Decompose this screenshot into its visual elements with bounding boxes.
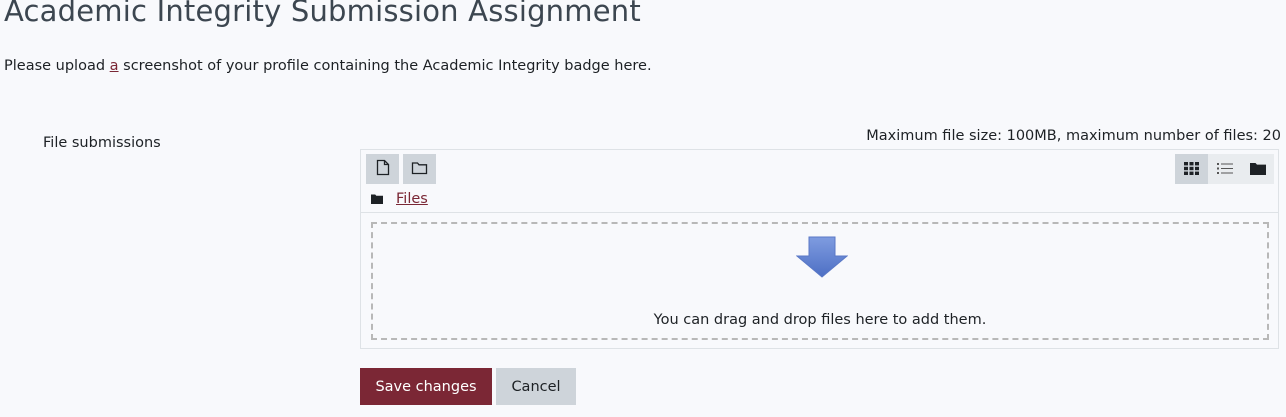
folder-outline-icon (411, 160, 428, 179)
file-submissions-label: File submissions (43, 135, 161, 151)
intro-link[interactable]: a (110, 58, 119, 74)
intro-text-before: Please upload (4, 58, 110, 74)
folder-icon (371, 194, 383, 204)
breadcrumb: Files (371, 188, 428, 210)
down-arrow-icon (795, 236, 849, 282)
save-changes-button[interactable]: Save changes (360, 368, 492, 405)
assignment-page: Academic Integrity Submission Assignment… (0, 0, 1286, 417)
intro-text-after: screenshot of your profile containing th… (118, 58, 652, 74)
path-divider (361, 212, 1278, 213)
file-drop-zone[interactable]: You can drag and drop files here to add … (371, 222, 1269, 340)
create-folder-button[interactable] (403, 154, 436, 184)
view-mode-group (1175, 154, 1274, 184)
cancel-button[interactable]: Cancel (496, 368, 576, 405)
view-icons-button[interactable] (1175, 154, 1208, 184)
file-limits-text: Maximum file size: 100MB, maximum number… (866, 128, 1281, 144)
breadcrumb-files-link[interactable]: Files (396, 191, 428, 207)
drop-zone-text: You can drag and drop files here to add … (653, 312, 987, 328)
list-icon (1216, 160, 1233, 179)
file-manager: Files You can drag and drop files here t… (360, 149, 1279, 349)
intro-text: Please upload a screenshot of your profi… (4, 58, 652, 74)
add-file-button[interactable] (366, 154, 399, 184)
view-tree-button[interactable] (1241, 154, 1274, 184)
file-icon (376, 159, 390, 180)
page-title: Academic Integrity Submission Assignment (4, 0, 641, 28)
folder-tree-icon (1249, 160, 1266, 179)
file-manager-toolbar (361, 150, 1278, 186)
view-list-button[interactable] (1208, 154, 1241, 184)
grid-icon (1184, 160, 1199, 179)
